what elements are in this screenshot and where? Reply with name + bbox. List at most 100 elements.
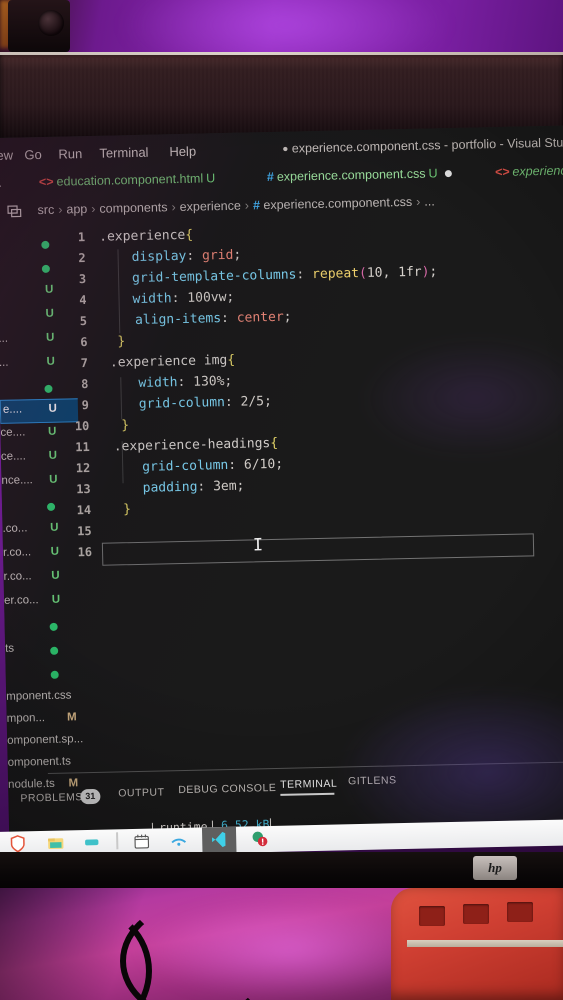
tab-label: experience.c	[512, 163, 563, 179]
status-dot-icon	[50, 646, 59, 655]
breadcrumb-file[interactable]: experience.component.css	[263, 195, 412, 212]
red-object	[391, 888, 563, 1000]
file-name: ...	[0, 356, 9, 369]
code-line: grid-template-columns: repeat(10, 1fr);	[131, 264, 438, 287]
code-line: }	[121, 418, 130, 434]
code-line: }	[117, 334, 126, 350]
file-name: r.co...	[3, 570, 32, 583]
line-number: 2	[78, 251, 86, 266]
breadcrumb-components[interactable]: components	[99, 200, 167, 215]
line-number: 5	[79, 314, 88, 329]
code-editor[interactable]: 1 .experience{ 2 display: grid; 3 grid-t…	[51, 218, 563, 774]
status-dot-icon	[41, 240, 50, 249]
tab-overflow-ellipsis[interactable]: ..	[0, 176, 2, 190]
file-name: mpon...	[6, 712, 46, 725]
window-title-text: experience.component.css - portfolio - V…	[291, 135, 563, 156]
file-name: .	[0, 309, 1, 321]
line-number: 3	[78, 272, 87, 287]
tab-terminal-underline	[280, 792, 335, 796]
file-name: .co...	[2, 522, 28, 535]
tab-label: education.component.html	[56, 171, 204, 189]
hp-logo: hp	[473, 856, 517, 880]
tab-education-component-html[interactable]: <> education.component.html U	[39, 171, 216, 189]
status-dot-icon	[46, 502, 56, 511]
breadcrumb-tail[interactable]: ...	[424, 194, 435, 208]
file-name: ts	[5, 642, 15, 655]
network-icon[interactable]	[169, 831, 188, 850]
breadcrumb-experience[interactable]: experience	[180, 199, 241, 214]
menu-item-terminal[interactable]: Terminal	[99, 145, 148, 161]
code-line: }	[122, 502, 132, 518]
css-icon: #	[252, 198, 261, 213]
split-editor-icon[interactable]	[5, 203, 23, 219]
line-number: 14	[76, 502, 92, 518]
tab-experience-component-preview[interactable]: <> experience.c	[495, 163, 563, 179]
tab-output[interactable]: OUTPUT	[118, 786, 164, 799]
monitor-bezel-highlight	[0, 52, 563, 55]
code-line: padding: 3em;	[142, 478, 245, 496]
breadcrumb-separator-icon: ›	[244, 198, 250, 213]
breadcrumb-src[interactable]: src	[37, 203, 54, 217]
line-number: 15	[76, 523, 92, 539]
photo-scene: ew Go Run Terminal Help ● experience.com…	[0, 0, 563, 1000]
breadcrumb-separator-icon: ›	[58, 202, 63, 217]
tab-label: experience.component.css	[276, 166, 426, 184]
breadcrumb-app[interactable]: app	[66, 202, 87, 216]
file-name: omponent.ts	[7, 755, 72, 769]
file-name: nce....	[1, 474, 33, 487]
html-icon: <>	[38, 174, 54, 190]
file-name: r.co...	[2, 546, 32, 559]
file-name: .	[0, 285, 1, 297]
tab-problems[interactable]: PROBLEMS	[20, 791, 83, 804]
line-number: 12	[75, 460, 91, 476]
code-line: .experience{	[99, 227, 194, 245]
line-number: 8	[81, 377, 89, 392]
menu-item-view[interactable]: ew	[0, 148, 13, 163]
status-dot-icon	[50, 670, 59, 679]
line-number: 9	[81, 397, 89, 413]
menu-item-go[interactable]: Go	[24, 147, 42, 162]
html-icon: <>	[494, 164, 510, 180]
text-cursor-icon: I	[252, 535, 264, 556]
line-number: 1	[77, 230, 86, 245]
calendar-icon[interactable]	[132, 832, 151, 851]
vscode-icon[interactable]	[209, 830, 228, 849]
file-name: e....	[2, 403, 23, 416]
line-number: 4	[79, 293, 87, 308]
line-number: 13	[76, 481, 91, 497]
code-line: grid-column: 2/5;	[138, 394, 273, 412]
breadcrumb-separator-icon: ›	[91, 201, 96, 216]
tab-experience-component-css[interactable]: # experience.component.css U	[267, 166, 452, 184]
breadcrumb-separator-icon: ›	[171, 200, 176, 215]
code-line: width: 100vw;	[132, 289, 235, 308]
line-number: 6	[80, 335, 88, 350]
code-line: display: grid;	[131, 247, 242, 266]
line-number: 7	[80, 356, 89, 371]
notification-icon[interactable]	[250, 829, 269, 848]
file-name: ...	[0, 332, 9, 345]
file-name: ce....	[0, 426, 26, 439]
git-badge: U	[428, 166, 438, 181]
tab-terminal[interactable]: TERMINAL	[280, 778, 337, 791]
problems-count-badge: 31	[80, 788, 101, 805]
tab-gitlens[interactable]: GITLENS	[348, 774, 397, 787]
taskbar-divider	[116, 832, 119, 850]
unsaved-dot-icon: ●	[282, 143, 289, 155]
menu-item-help[interactable]: Help	[169, 144, 196, 160]
app-icon[interactable]	[82, 833, 101, 852]
unsaved-indicator-icon[interactable]	[444, 170, 452, 178]
speaker-knob	[38, 10, 64, 36]
breadcrumb-separator-icon: ›	[415, 194, 421, 209]
git-badge: U	[206, 171, 216, 186]
tab-debug-console[interactable]: DEBUG CONSOLE	[178, 782, 276, 796]
code-line: .experience-headings{	[113, 435, 279, 455]
code-line: grid-column: 6/10;	[142, 456, 284, 475]
code-line: .experience img{	[109, 352, 236, 371]
status-dot-icon	[49, 622, 58, 631]
brave-browser-icon[interactable]	[8, 834, 27, 853]
file-explorer-icon[interactable]	[46, 833, 65, 852]
active-line-highlight	[101, 533, 535, 566]
line-number: 10	[74, 418, 90, 434]
window-title: ● experience.component.css - portfolio -…	[282, 135, 563, 155]
menu-item-run[interactable]: Run	[58, 146, 82, 162]
